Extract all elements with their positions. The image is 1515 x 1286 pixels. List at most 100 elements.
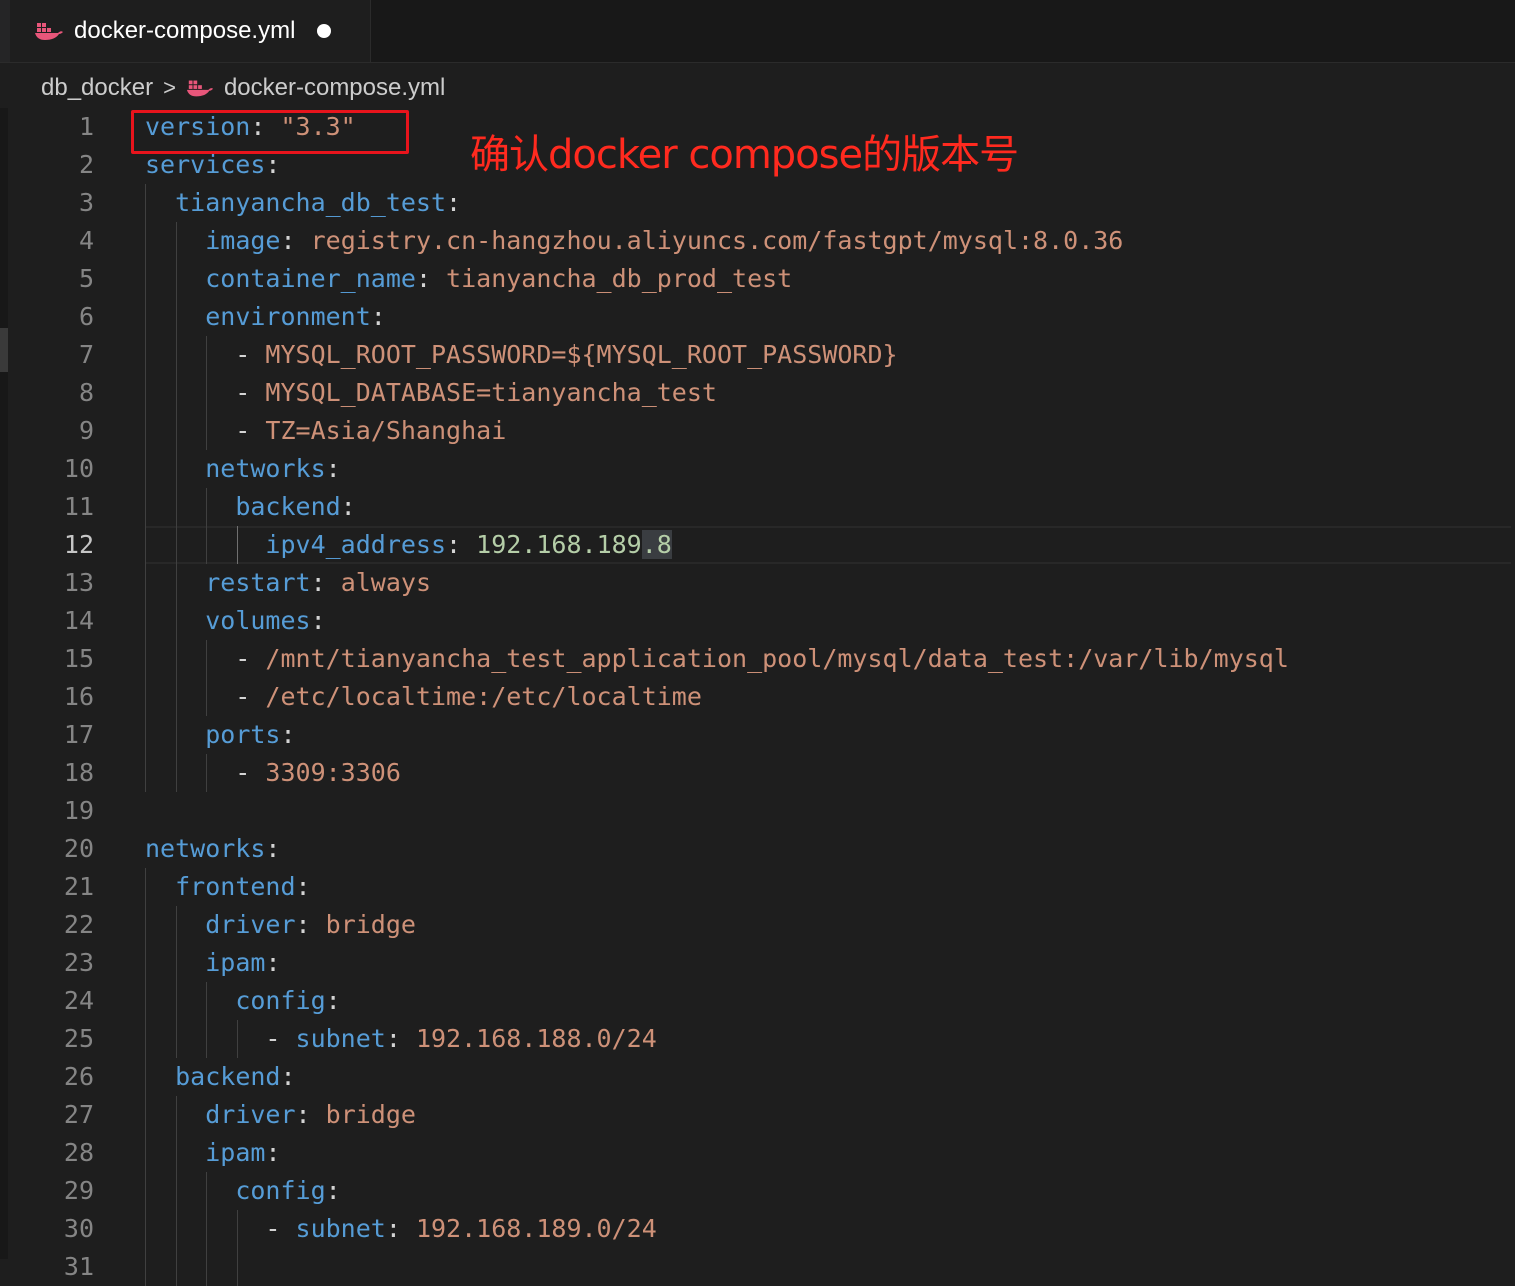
code-line[interactable]: 22 driver: bridge: [0, 906, 1515, 944]
code-token: :: [280, 226, 311, 255]
code-line[interactable]: 25 - subnet: 192.168.188.0/24: [0, 1020, 1515, 1058]
code-text: ipam:: [145, 1134, 281, 1172]
code-token: /etc/localtime:/etc/localtime: [265, 682, 702, 711]
code-token: bridge: [325, 910, 416, 939]
code-token: :: [446, 530, 477, 559]
code-token: :: [385, 1024, 416, 1053]
indent-guide: [145, 868, 146, 1286]
code-line[interactable]: 12 ipv4_address: 192.168.189.8: [0, 526, 1515, 564]
code-token: bridge: [325, 1100, 416, 1129]
code-line[interactable]: 3 tianyancha_db_test:: [0, 184, 1515, 222]
code-line[interactable]: 24 config:: [0, 982, 1515, 1020]
code-line[interactable]: 4 image: registry.cn-hangzhou.aliyuncs.c…: [0, 222, 1515, 260]
code-text: backend:: [145, 488, 355, 526]
indent-guide: [175, 222, 177, 792]
code-token: restart: [205, 568, 311, 597]
code-text: backend:: [145, 1058, 295, 1096]
code-text: frontend:: [145, 868, 310, 906]
code-token: -: [145, 1024, 296, 1053]
code-text: driver: bridge: [145, 1096, 416, 1134]
code-token: ipam: [205, 948, 266, 977]
code-line[interactable]: 16 - /etc/localtime:/etc/localtime: [0, 678, 1515, 716]
code-token: ports: [205, 720, 281, 749]
annotation-box: [131, 110, 409, 154]
code-token: MYSQL_ROOT_PASSWORD=${MYSQL_ROOT_PASSWOR…: [265, 340, 898, 369]
unsaved-dot-icon[interactable]: [317, 24, 332, 38]
code-text: image: registry.cn-hangzhou.aliyuncs.com…: [145, 222, 1123, 260]
code-line[interactable]: 21 frontend:: [0, 868, 1515, 906]
code-text: - 3309:3306: [145, 754, 401, 792]
line-number: 7: [78, 340, 94, 369]
code-line[interactable]: 28 ipam:: [0, 1134, 1515, 1172]
code-line[interactable]: 27 driver: bridge: [0, 1096, 1515, 1134]
line-number: 26: [63, 1062, 94, 1091]
code-token: MYSQL_DATABASE=tianyancha_test: [265, 378, 717, 407]
code-line[interactable]: 30 - subnet: 192.168.189.0/24: [0, 1210, 1515, 1248]
code-line[interactable]: 29 config:: [0, 1172, 1515, 1210]
code-token: 192.168.188.0/24: [415, 1024, 657, 1053]
line-number: 9: [78, 416, 94, 445]
code-token: :: [265, 948, 281, 977]
code-token: :: [310, 606, 326, 635]
code-text: networks:: [145, 450, 340, 488]
indent-guide: [206, 640, 208, 716]
code-text: config:: [145, 982, 341, 1020]
code-token: :: [265, 834, 281, 863]
code-line[interactable]: 5 container_name: tianyancha_db_prod_tes…: [0, 260, 1515, 298]
code-token: subnet: [295, 1024, 386, 1053]
code-token: 192.168.189.0/24: [415, 1214, 657, 1243]
code-line[interactable]: 31: [0, 1248, 1515, 1286]
chevron-right-icon: >: [163, 75, 176, 100]
breadcrumb-file[interactable]: docker-compose.yml: [224, 74, 445, 102]
line-number: 25: [63, 1024, 94, 1053]
code-token: :: [370, 302, 386, 331]
code-text: - subnet: 192.168.188.0/24: [145, 1020, 657, 1058]
line-number: 19: [63, 796, 94, 825]
code-text: - subnet: 192.168.189.0/24: [145, 1210, 657, 1248]
code-line[interactable]: 23 ipam:: [0, 944, 1515, 982]
code-text: - /mnt/tianyancha_test_application_pool/…: [145, 640, 1289, 678]
code-token: 192.168.189: [476, 530, 642, 559]
code-line[interactable]: 19: [0, 792, 1515, 830]
code-line[interactable]: 11 backend:: [0, 488, 1515, 526]
indent-guide: [175, 1096, 177, 1286]
line-number: 13: [63, 568, 94, 597]
code-text: config:: [145, 1172, 341, 1210]
line-number: 24: [63, 986, 94, 1015]
code-line[interactable]: 20 networks:: [0, 830, 1515, 868]
tab-docker-compose[interactable]: docker-compose.yml: [10, 0, 371, 62]
code-line[interactable]: 18 - 3309:3306: [0, 754, 1515, 792]
code-token: ipam: [205, 1138, 266, 1167]
code-token: :: [295, 910, 326, 939]
indent-guide: [206, 1172, 208, 1286]
code-token: networks: [145, 834, 266, 863]
code-line[interactable]: 17 ports:: [0, 716, 1515, 754]
code-editor[interactable]: 1 version: "3.3" 2 services: 3 tianyancha_db…: [0, 108, 1515, 1286]
code-text: - TZ=Asia/Shanghai: [145, 412, 506, 450]
breadcrumb-folder[interactable]: db_docker: [41, 74, 153, 102]
code-token: :: [265, 150, 281, 179]
code-token: :: [265, 1138, 281, 1167]
indent-guide: [206, 754, 208, 792]
line-number: 23: [63, 948, 94, 977]
line-number: 3: [78, 188, 94, 217]
code-line[interactable]: 10 networks:: [0, 450, 1515, 488]
code-line[interactable]: 9 - TZ=Asia/Shanghai: [0, 412, 1515, 450]
code-line[interactable]: 14 volumes:: [0, 602, 1515, 640]
line-number: 4: [78, 226, 94, 255]
code-line[interactable]: 26 backend:: [0, 1058, 1515, 1096]
code-line[interactable]: 7 - MYSQL_ROOT_PASSWORD=${MYSQL_ROOT_PAS…: [0, 336, 1515, 374]
line-number: 18: [63, 758, 94, 787]
code-token: :: [325, 986, 341, 1015]
code-token: config: [235, 986, 326, 1015]
tab-bar-empty-area: [370, 0, 1515, 62]
code-line[interactable]: 15 - /mnt/tianyancha_test_application_po…: [0, 640, 1515, 678]
code-token: :: [325, 1176, 341, 1205]
code-line[interactable]: 6 environment:: [0, 298, 1515, 336]
code-line[interactable]: 8 - MYSQL_DATABASE=tianyancha_test: [0, 374, 1515, 412]
code-line[interactable]: 13 restart: always: [0, 564, 1515, 602]
